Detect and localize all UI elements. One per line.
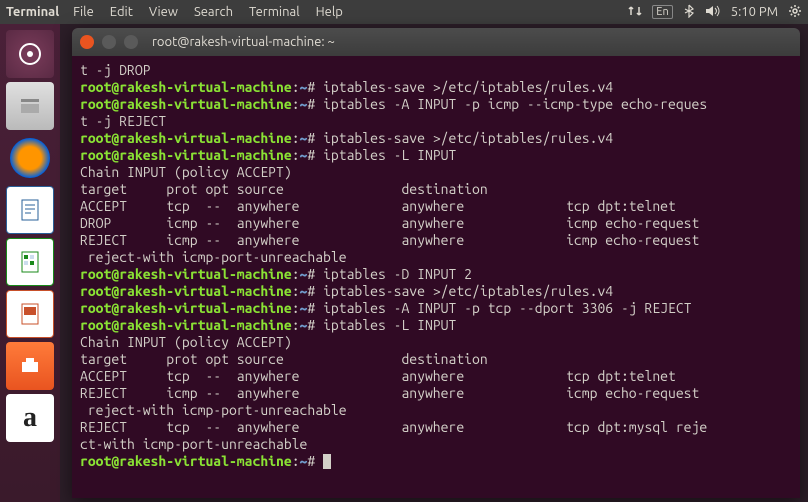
menu-edit[interactable]: View: [149, 5, 178, 19]
terminal-window: root@rakesh-virtual-machine: ~ t -j DROP…: [72, 28, 800, 498]
top-panel: Terminal File Edit View Search Terminal …: [0, 0, 808, 24]
volume-icon[interactable]: [705, 4, 721, 21]
unity-launcher: a: [0, 24, 60, 502]
terminal-body[interactable]: t -j DROP root@rakesh-virtual-machine:~#…: [72, 56, 800, 498]
launcher-amazon[interactable]: a: [6, 394, 54, 442]
launcher-software[interactable]: [6, 342, 54, 390]
window-title: root@rakesh-virtual-machine: ~: [152, 35, 335, 49]
launcher-dash[interactable]: [6, 30, 54, 78]
settings-gear-icon[interactable]: [788, 4, 802, 21]
clock[interactable]: 5:10 PM: [731, 5, 778, 19]
window-close-button[interactable]: [80, 35, 94, 49]
launcher-firefox[interactable]: [6, 134, 54, 182]
input-language[interactable]: En: [652, 5, 672, 19]
window-titlebar[interactable]: root@rakesh-virtual-machine: ~: [72, 28, 800, 56]
menu-file[interactable]: Edit: [110, 5, 133, 19]
panel-app-label: Terminal: [6, 5, 59, 19]
bluetooth-icon[interactable]: [683, 4, 695, 21]
system-tray: En 5:10 PM: [628, 4, 802, 21]
menu-view[interactable]: Search: [194, 5, 233, 19]
launcher-writer[interactable]: [6, 186, 54, 234]
menu-search[interactable]: Terminal: [249, 5, 300, 19]
menu-terminal[interactable]: File: [73, 5, 94, 19]
launcher-files[interactable]: [6, 82, 54, 130]
launcher-calc[interactable]: [6, 238, 54, 286]
menu-terminal2[interactable]: Help: [316, 5, 343, 19]
network-icon[interactable]: [628, 4, 642, 21]
window-minimize-button[interactable]: [102, 35, 116, 49]
launcher-impress[interactable]: [6, 290, 54, 338]
window-maximize-button[interactable]: [124, 35, 138, 49]
